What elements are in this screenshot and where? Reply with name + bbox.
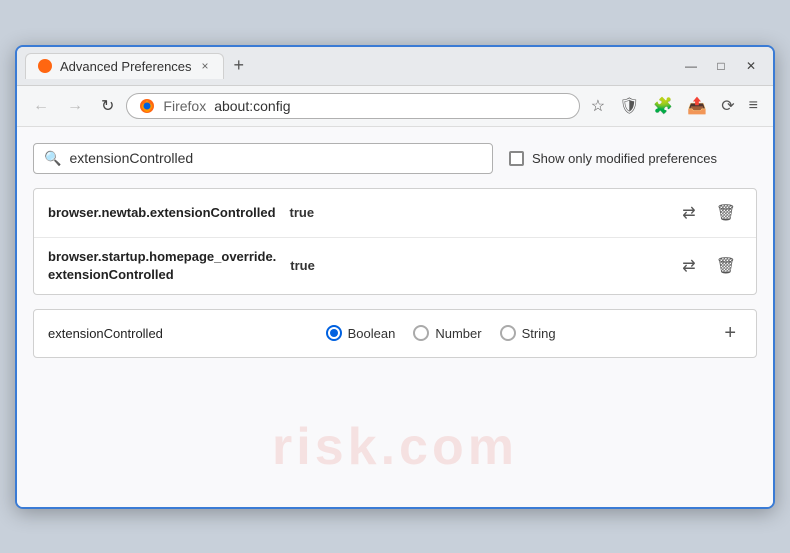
sync-button[interactable]: ⟳ [716,92,739,120]
url-bar[interactable]: about:config [214,98,290,114]
browser-tab[interactable]: Advanced Preferences × [25,53,224,79]
browser-window: Advanced Preferences × + — □ ✕ ← → ↻ Fir… [15,45,775,509]
bookmark-button[interactable]: ☆ [586,92,610,120]
content-area: 🔍 Show only modified preferences browser… [17,127,773,507]
add-pref-row: extensionControlled Boolean Number Strin… [33,309,757,358]
menu-button[interactable]: ≡ [744,93,763,119]
radio-string[interactable]: String [500,325,556,341]
nav-bar: ← → ↻ Firefox about:config ☆ 🛡 🧩 📤 ⟳ ≡ [17,86,773,127]
results-table: browser.newtab.extensionControlled true … [33,188,757,295]
row-2-actions: ⇄ 🗑 [676,252,742,280]
firefox-logo [139,98,155,114]
pref-name-2: browser.startup.homepage_override. exten… [48,248,276,284]
add-preference-button[interactable]: + [718,320,742,347]
toggle-button-2[interactable]: ⇄ [676,252,701,280]
delete-button-1[interactable]: 🗑 [710,199,742,227]
table-row[interactable]: browser.startup.homepage_override. exten… [34,238,756,294]
search-icon: 🔍 [44,150,61,167]
extension-button[interactable]: 🧩 [648,92,678,120]
table-row[interactable]: browser.newtab.extensionControlled true … [34,189,756,238]
share-button[interactable]: 📤 [682,92,712,120]
search-container: 🔍 Show only modified preferences [33,143,757,174]
minimize-button[interactable]: — [677,55,705,77]
forward-button[interactable]: → [61,93,89,119]
delete-button-2[interactable]: 🗑 [710,252,742,280]
tab-close-button[interactable]: × [200,59,211,73]
watermark: risk.com [272,417,518,477]
tab-title: Advanced Preferences [60,59,192,74]
radio-boolean-circle[interactable] [326,325,342,341]
radio-number[interactable]: Number [413,325,481,341]
title-bar: Advanced Preferences × + — □ ✕ [17,47,773,86]
radio-string-label: String [522,326,556,341]
browser-name-label: Firefox [163,98,206,114]
back-button[interactable]: ← [27,93,55,119]
show-modified-checkbox-container[interactable]: Show only modified preferences [509,151,717,166]
radio-group: Boolean Number String [183,325,698,341]
show-modified-label: Show only modified preferences [532,151,717,166]
reload-button[interactable]: ↻ [95,92,120,120]
address-bar[interactable]: Firefox about:config [126,93,579,119]
pref-name-1: browser.newtab.extensionControlled [48,205,276,220]
new-tab-button[interactable]: + [228,53,251,78]
pref-value-1: true [290,205,315,220]
close-button[interactable]: ✕ [737,55,765,77]
pref-value-2: true [290,258,315,273]
row-1-actions: ⇄ 🗑 [676,199,742,227]
nav-icons: ☆ 🛡 🧩 📤 ⟳ ≡ [586,92,763,120]
maximize-button[interactable]: □ [707,55,735,77]
radio-number-label: Number [435,326,481,341]
radio-boolean[interactable]: Boolean [326,325,396,341]
search-box[interactable]: 🔍 [33,143,493,174]
tab-favicon [38,59,52,73]
radio-boolean-label: Boolean [348,326,396,341]
shield-button[interactable]: 🛡 [614,92,644,120]
radio-number-circle[interactable] [413,325,429,341]
radio-string-circle[interactable] [500,325,516,341]
search-input[interactable] [69,150,482,166]
window-controls: — □ ✕ [677,55,765,77]
toggle-button-1[interactable]: ⇄ [676,199,701,227]
show-modified-checkbox[interactable] [509,151,524,166]
add-pref-name: extensionControlled [48,326,163,341]
